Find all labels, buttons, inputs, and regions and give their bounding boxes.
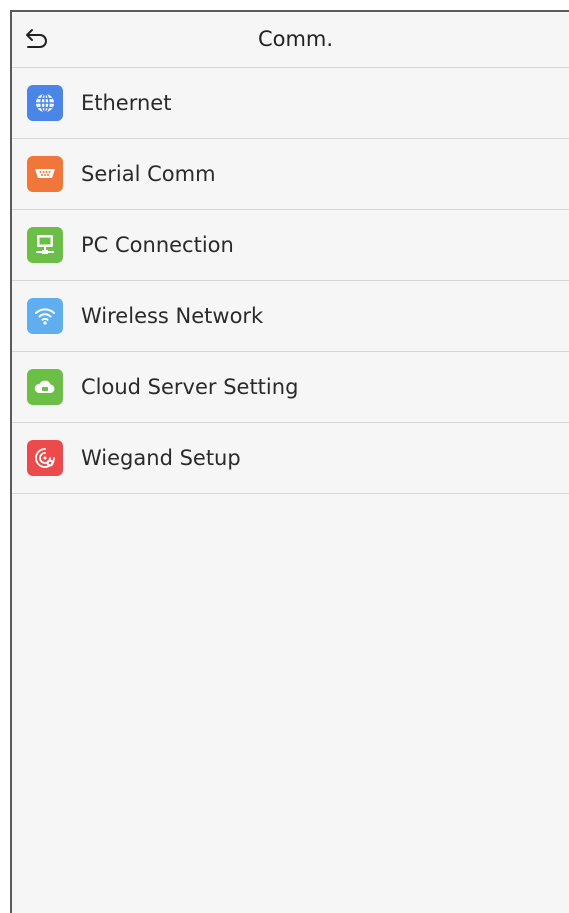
menu-item-label: Serial Comm: [81, 162, 216, 186]
menu-item-label: PC Connection: [81, 233, 234, 257]
monitor-icon: [27, 227, 63, 263]
menu-item-label: Ethernet: [81, 91, 172, 115]
menu-item-label: Wireless Network: [81, 304, 264, 328]
menu-item-label: Cloud Server Setting: [81, 375, 299, 399]
menu-item-label: Wiegand Setup: [81, 446, 241, 470]
page-title: Comm.: [257, 27, 334, 51]
comm-screen: Comm. Ethernet Serial Comm PC Connection…: [10, 10, 569, 913]
wiegand-icon: [27, 440, 63, 476]
globe-icon: [27, 85, 63, 121]
serial-port-icon: [27, 156, 63, 192]
menu-item-ethernet[interactable]: Ethernet: [12, 68, 569, 139]
menu-item-cloud-server-setting[interactable]: Cloud Server Setting: [12, 352, 569, 423]
menu-item-pc-connection[interactable]: PC Connection: [12, 210, 569, 281]
menu-list: Ethernet Serial Comm PC Connection Wirel…: [12, 68, 569, 494]
header-bar: Comm.: [12, 12, 569, 68]
menu-item-wireless-network[interactable]: Wireless Network: [12, 281, 569, 352]
menu-item-wiegand-setup[interactable]: Wiegand Setup: [12, 423, 569, 494]
cloud-icon: [27, 369, 63, 405]
menu-item-serial-comm[interactable]: Serial Comm: [12, 139, 569, 210]
wifi-icon: [27, 298, 63, 334]
